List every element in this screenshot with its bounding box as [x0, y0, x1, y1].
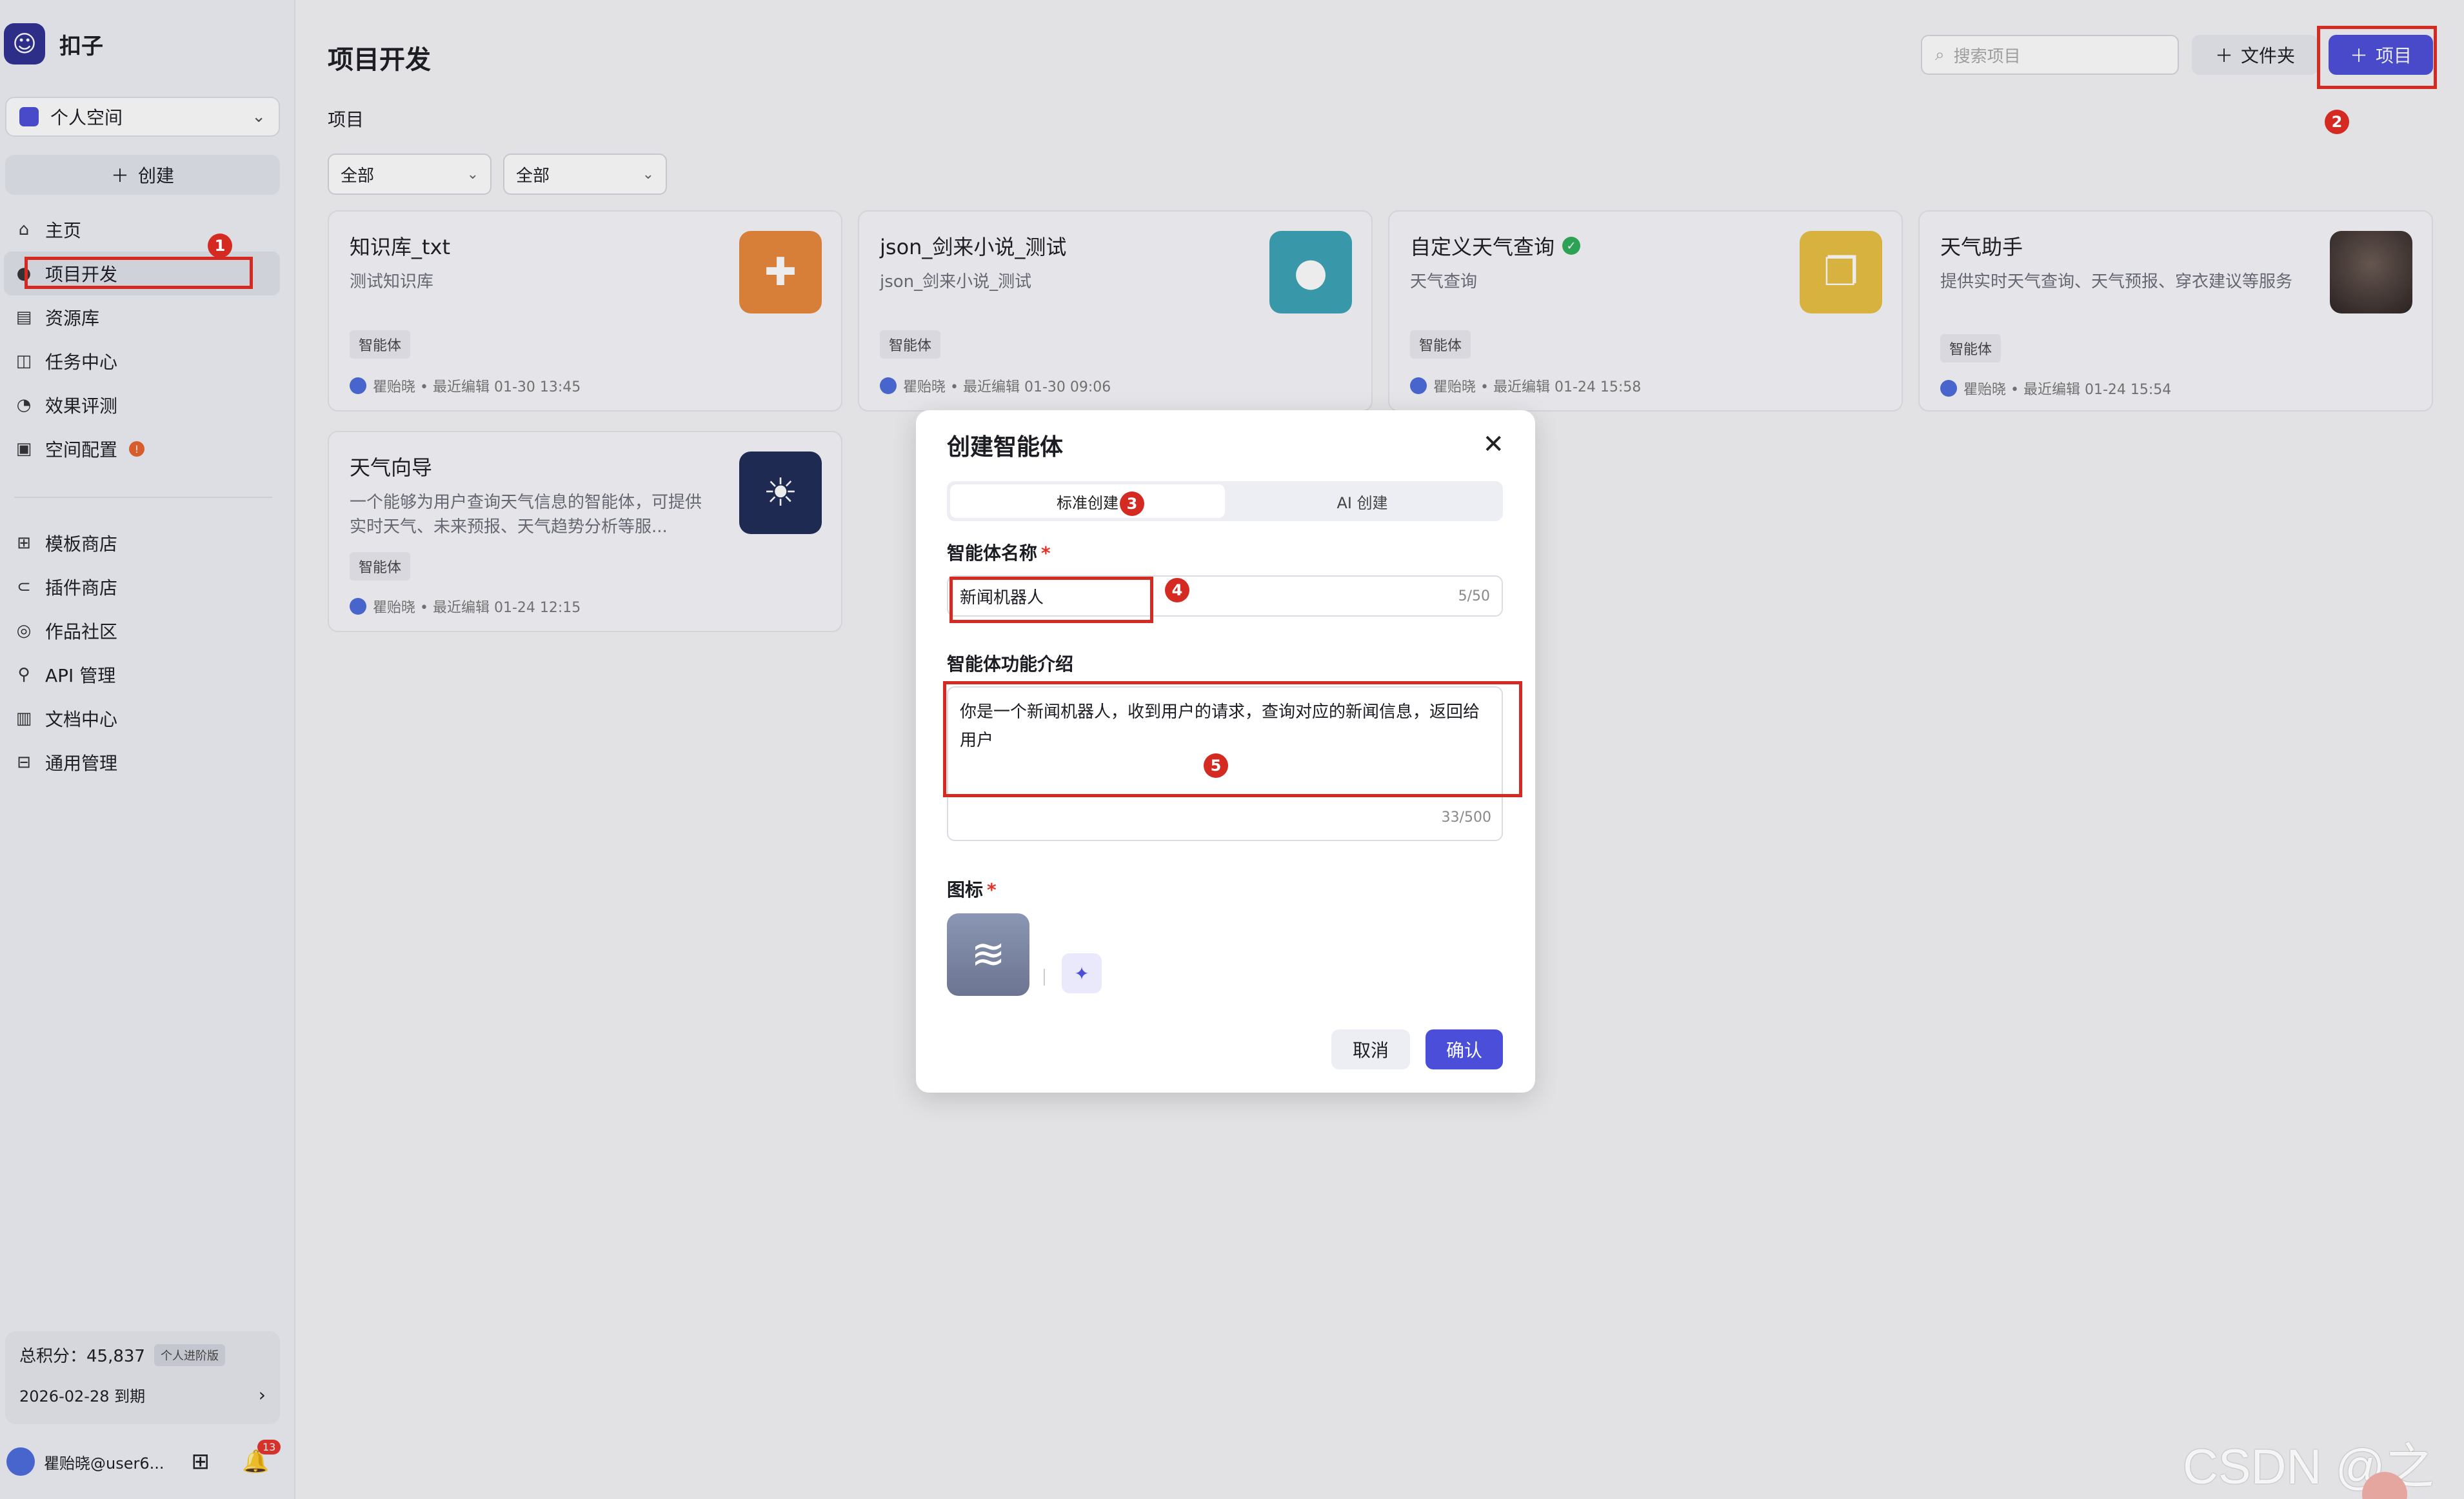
- name-label-text: 智能体名称: [947, 542, 1038, 564]
- annotation-box-2: [2317, 26, 2437, 89]
- sparkle-icon[interactable]: ✦: [1062, 953, 1102, 993]
- annotation-box-5: [943, 681, 1522, 797]
- annotation-marker-1: 1: [208, 233, 232, 258]
- desc-label: 智能体功能介绍: [947, 653, 1074, 675]
- name-counter: 5/50: [1458, 588, 1490, 604]
- dialog-title: 创建智能体: [947, 434, 1064, 461]
- annotation-marker-2: 2: [2325, 110, 2349, 134]
- tab-standard-create[interactable]: 标准创建: [950, 484, 1225, 518]
- icon-label-text: 图标: [947, 879, 984, 900]
- name-label: 智能体名称 *: [947, 539, 1051, 565]
- required-mark: *: [1041, 542, 1051, 564]
- annotation-marker-4: 4: [1165, 578, 1189, 602]
- cancel-button[interactable]: 取消: [1331, 1029, 1410, 1069]
- app-root: ☺ 扣子 个人空间 ⌄ ＋ 创建 ⌂ 主页 ● 项目开发 ▤ 资源库 ◫ 任务中…: [0, 0, 2464, 1499]
- icon-label: 图标 *: [947, 876, 997, 902]
- confirm-button[interactable]: 确认: [1426, 1029, 1503, 1069]
- annotation-marker-3: 3: [1120, 491, 1144, 516]
- annotation-box-4: [949, 577, 1153, 623]
- icon-divider: [1044, 969, 1045, 986]
- required-mark: *: [987, 879, 997, 900]
- annotation-box-1: [25, 257, 253, 289]
- layers-icon[interactable]: ≋: [947, 913, 1029, 996]
- watermark: CSDN @之歆: [2183, 1440, 2434, 1494]
- create-mode-tabs: 标准创建 AI 创建: [947, 481, 1503, 521]
- annotation-marker-5: 5: [1204, 753, 1228, 778]
- desc-counter: 33/500: [1441, 809, 1491, 826]
- tab-ai-create[interactable]: AI 创建: [1225, 484, 1500, 518]
- close-icon[interactable]: ✕: [1482, 430, 1504, 459]
